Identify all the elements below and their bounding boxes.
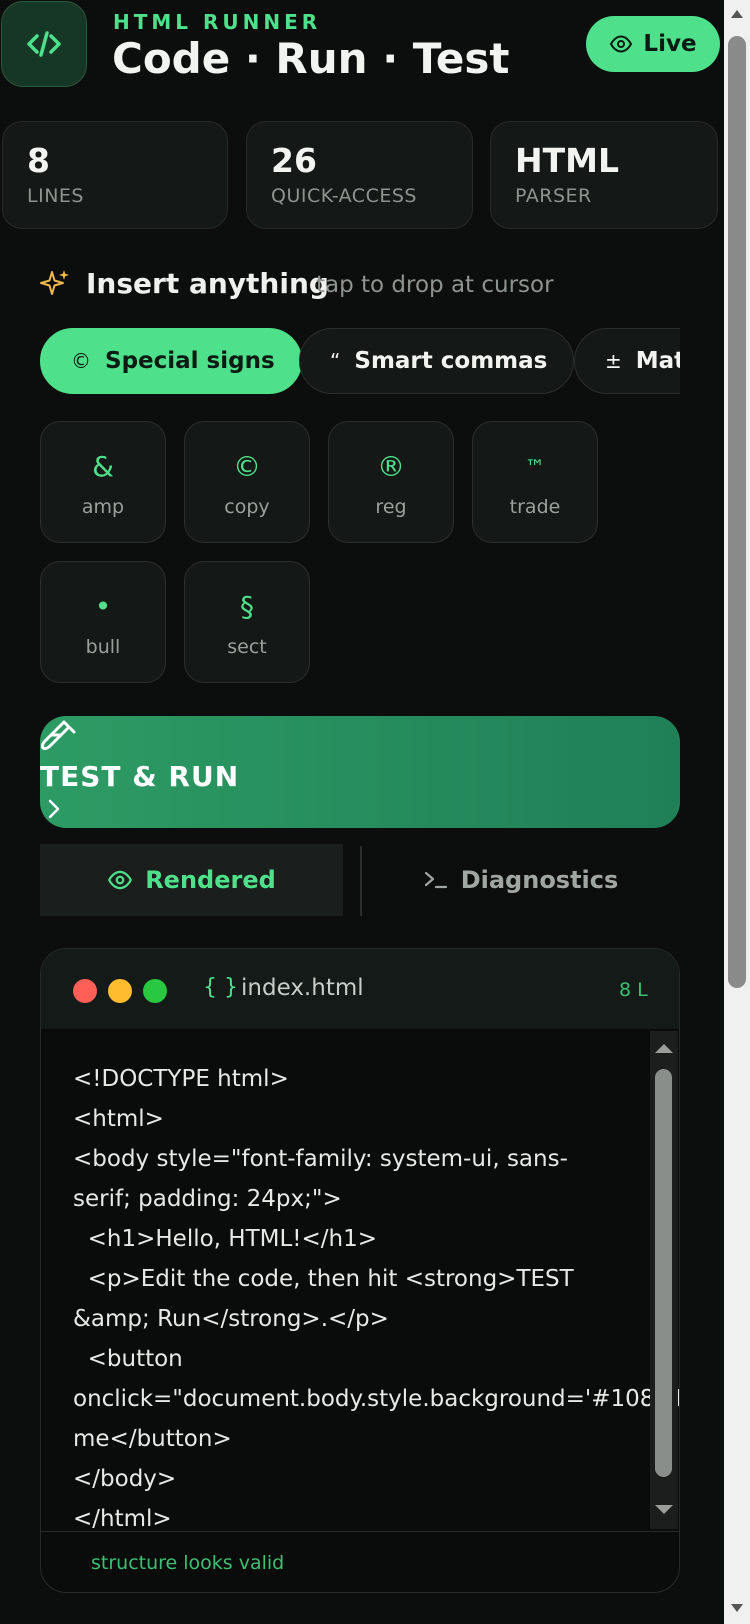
tab-rendered[interactable]: Rendered [40, 844, 343, 916]
chip-math[interactable]: ± Math [574, 328, 680, 394]
stat-label: PARSER [515, 185, 592, 207]
symbol-tile-reg[interactable]: ® reg [328, 421, 454, 543]
stat-label: QUICK-ACCESS [271, 185, 417, 207]
symbol-name: bull [85, 636, 121, 658]
page-scroll-thumb[interactable] [728, 36, 746, 988]
symbol-name: reg [375, 496, 407, 518]
symbol-glyph: & [92, 450, 114, 483]
copyright-icon: © [71, 349, 91, 373]
stat-parser: HTML PARSER [490, 121, 718, 229]
category-chips: © Special signs “ Smart commas ± Math [40, 328, 680, 396]
plus-minus-icon: ± [605, 349, 622, 373]
terminal-icon [424, 871, 447, 889]
stat-value: 26 [271, 141, 317, 180]
symbol-name: trade [509, 496, 561, 518]
symbol-tile-amp[interactable]: & amp [40, 421, 166, 543]
symbol-glyph: © [233, 450, 261, 483]
sparkle-icon [40, 270, 69, 295]
eye-icon [108, 870, 133, 890]
scroll-up-icon [655, 1044, 673, 1053]
scroll-up-icon [731, 10, 743, 18]
symbol-tile-trade[interactable]: ™ trade [472, 421, 598, 543]
symbol-name: sect [227, 636, 267, 658]
validation-status: structure looks valid [91, 1552, 285, 1574]
tab-divider [360, 846, 362, 916]
editor-status-bar: structure looks valid [41, 1531, 679, 1592]
eye-icon [610, 35, 633, 53]
scroll-down-icon [655, 1505, 673, 1514]
stat-quick-access: 26 QUICK-ACCESS [246, 121, 473, 229]
symbol-tile-bull[interactable]: • bull [40, 561, 166, 683]
chip-label: Smart commas [354, 348, 548, 374]
live-button[interactable]: Live [586, 16, 720, 72]
symbol-glyph: • [94, 590, 112, 623]
stat-value: HTML [515, 141, 619, 180]
braces-icon: { } [203, 975, 238, 1000]
stat-value: 8 [27, 141, 50, 180]
editor-header: { } index.html 8 L [41, 949, 679, 1029]
test-run-button[interactable]: TEST & RUN [40, 716, 680, 828]
page-scrollbar[interactable] [724, 0, 750, 1624]
symbol-tile-sect[interactable]: § sect [184, 561, 310, 683]
maximize-dot [143, 979, 167, 1003]
stat-label: LINES [27, 185, 84, 207]
insert-heading: Insert anything [86, 267, 329, 300]
close-dot [73, 979, 97, 1003]
symbol-glyph: ® [377, 450, 405, 483]
chip-smart-commas[interactable]: “ Smart commas [299, 328, 575, 394]
scroll-down-icon [731, 1604, 743, 1612]
symbol-name: copy [224, 496, 270, 518]
chip-label: Math [635, 348, 680, 374]
run-label: TEST & RUN [40, 760, 240, 793]
editor-scroll-thumb[interactable] [655, 1069, 672, 1477]
code-icon [27, 31, 61, 57]
page-title: Code · Run · Test [112, 34, 510, 83]
minimize-dot [108, 979, 132, 1003]
code-editor: { } index.html 8 L <!DOCTYPE html> <html… [40, 948, 680, 1593]
symbol-name: amp [81, 496, 125, 518]
stat-lines: 8 LINES [2, 121, 228, 229]
symbol-tile-copy[interactable]: © copy [184, 421, 310, 543]
code-textarea[interactable]: <!DOCTYPE html> <html> <body style="font… [73, 1059, 679, 1539]
app-kicker: HTML RUNNER [113, 10, 322, 34]
tab-label: Diagnostics [460, 866, 619, 894]
chip-label: Special signs [105, 348, 275, 374]
tab-label: Rendered [145, 866, 276, 894]
app-logo [1, 1, 87, 87]
editor-scrollbar[interactable] [650, 1031, 678, 1529]
chip-special-signs[interactable]: © Special signs [40, 328, 302, 394]
quote-icon: “ [330, 349, 341, 373]
symbol-glyph: ™ [525, 455, 545, 479]
symbol-glyph: § [240, 590, 254, 623]
test-tube-icon [40, 720, 76, 751]
chevron-right-icon [48, 799, 60, 819]
line-count-badge: 8 L [619, 979, 648, 1001]
insert-hint: tap to drop at cursor [316, 272, 554, 298]
tab-diagnostics[interactable]: Diagnostics [361, 844, 680, 916]
file-name: index.html [241, 975, 364, 1001]
live-label: Live [643, 31, 697, 57]
